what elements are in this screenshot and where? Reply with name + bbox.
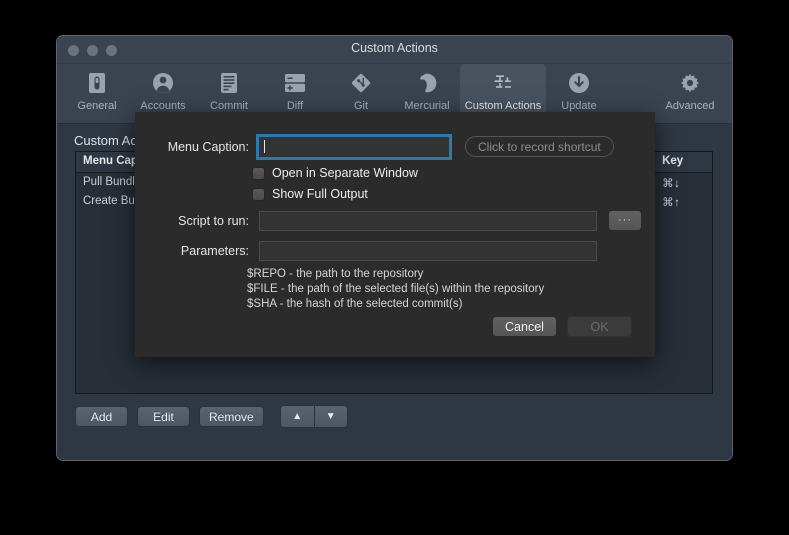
show-full-output-checkbox[interactable] (252, 187, 265, 201)
gear-icon (679, 70, 701, 96)
toolbar-item-general[interactable]: General (64, 64, 130, 123)
add-button[interactable]: Add (75, 406, 128, 427)
open-separate-window-label: Open in Separate Window (272, 166, 418, 180)
toolbar-label-accounts: Accounts (140, 100, 186, 112)
toolbar-label-advanced: Advanced (665, 100, 715, 112)
dialog-button-bar: Cancel OK (492, 316, 632, 337)
toolbar-label-mercurial: Mercurial (404, 100, 450, 112)
cell-key: ⌘↑ (662, 197, 681, 209)
text-caret (264, 139, 265, 153)
open-separate-window-checkbox-row[interactable]: Open in Separate Window (252, 166, 418, 180)
commit-icon (219, 70, 239, 96)
variables-help-text: $REPO - the path to the repository $FILE… (247, 267, 544, 312)
script-label: Script to run: (178, 213, 249, 228)
git-icon (350, 70, 372, 96)
toolbar-label-commit: Commit (210, 100, 248, 112)
window-titlebar: Custom Actions (57, 36, 732, 64)
diff-icon (284, 70, 306, 96)
browse-dots-icon: ··· (618, 214, 632, 226)
edit-button[interactable]: Edit (137, 406, 190, 427)
reorder-segmented-control: ▲ ▼ (279, 405, 348, 428)
move-down-button[interactable]: ▼ (313, 406, 347, 427)
screen: Custom Actions General Accounts Commit D… (0, 0, 789, 535)
custom-actions-icon (492, 70, 514, 96)
accounts-icon (152, 70, 174, 96)
menu-caption-label: Menu Caption: (167, 139, 249, 154)
cancel-button[interactable]: Cancel (492, 316, 557, 337)
window-title: Custom Actions (351, 41, 438, 55)
menu-caption-row: Menu Caption: Click to record shortcut (153, 136, 614, 157)
menu-caption-input[interactable] (259, 136, 449, 157)
update-icon (568, 70, 590, 96)
parameters-label: Parameters: (180, 244, 249, 258)
remove-button[interactable]: Remove (199, 406, 264, 427)
mercurial-icon (416, 70, 438, 96)
help-line-file: $FILE - the path of the selected file(s)… (247, 283, 545, 295)
custom-action-dialog: Menu Caption: Click to record shortcut O… (135, 112, 655, 357)
parameters-input[interactable] (259, 241, 597, 261)
toolbar-label-update: Update (561, 100, 597, 112)
general-icon (87, 70, 107, 96)
ok-button: OK (567, 316, 632, 337)
help-line-sha: $SHA - the hash of the selected commit(s… (247, 298, 463, 310)
list-action-bar: Add Edit Remove ▲ ▼ (75, 405, 348, 428)
column-header-key[interactable]: Key (655, 152, 712, 172)
parameters-row: Parameters: (153, 241, 597, 261)
toolbar-label-custom-actions: Custom Actions (464, 100, 542, 112)
help-line-repo: $REPO - the path to the repository (247, 268, 424, 280)
show-full-output-checkbox-row[interactable]: Show Full Output (252, 187, 368, 201)
cell-key: ⌘↓ (662, 178, 681, 190)
show-full-output-label: Show Full Output (272, 187, 368, 201)
open-separate-window-checkbox[interactable] (252, 166, 265, 180)
move-up-button[interactable]: ▲ (280, 406, 314, 427)
record-shortcut-button[interactable]: Click to record shortcut (465, 136, 614, 157)
toolbar-label-general: General (77, 100, 117, 112)
toolbar-item-advanced[interactable]: Advanced (657, 64, 723, 123)
browse-script-button[interactable]: ··· (608, 210, 642, 231)
script-input[interactable] (259, 210, 597, 231)
toolbar-label-git: Git (353, 100, 369, 112)
toolbar-label-diff: Diff (286, 100, 304, 112)
script-row: Script to run: ··· (153, 210, 642, 231)
